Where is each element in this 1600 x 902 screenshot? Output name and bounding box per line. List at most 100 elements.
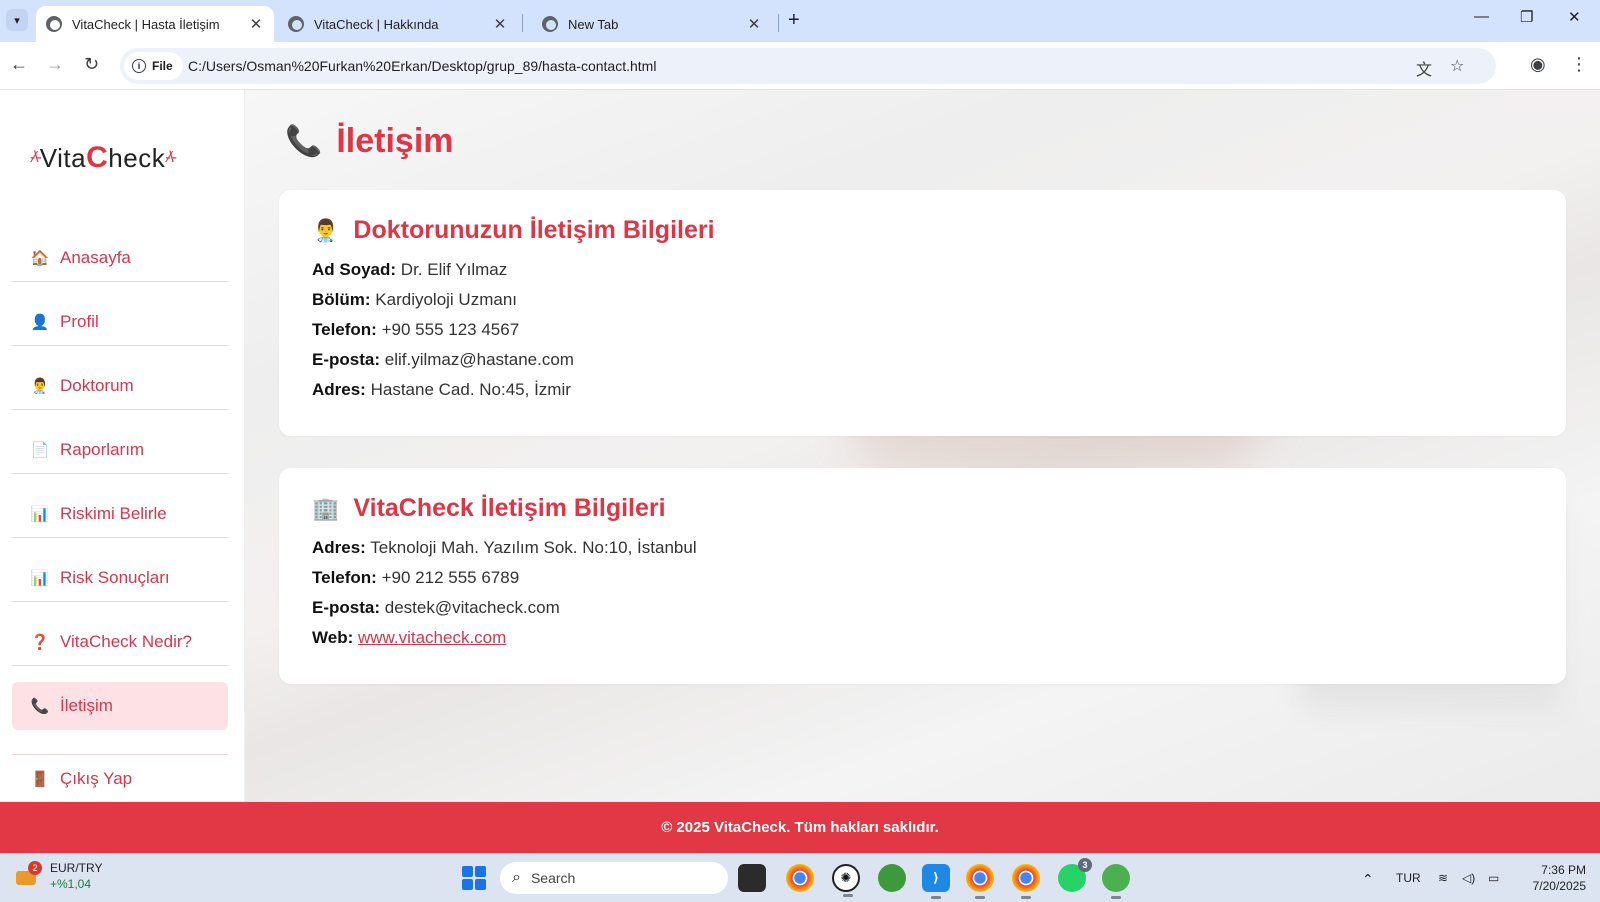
info-icon: i	[132, 59, 146, 73]
contact-row: Telefon: +90 212 555 6789	[312, 563, 1533, 593]
taskbar-search[interactable]: ⌕ Search	[500, 862, 728, 894]
card-title-text: Doktorunuzun İletişim Bilgileri	[353, 216, 715, 244]
search-placeholder: Search	[530, 870, 576, 886]
field-value: Teknoloji Mah. Yazılım Sok. No:10, İstan…	[370, 538, 697, 557]
battery-icon[interactable]: ▭	[1488, 871, 1499, 885]
field-value: destek@vitacheck.com	[384, 598, 560, 617]
back-arrow-icon[interactable]: ←	[10, 54, 28, 75]
url-text: C:/Users/Osman%20Furkan%20Erkan/Desktop/…	[188, 58, 657, 74]
sidebar-item-profil[interactable]: 👤 Profil	[12, 298, 228, 346]
tab-divider	[522, 14, 523, 32]
sidebar-item-raporlarim[interactable]: 📄 Raporlarım	[12, 426, 228, 474]
door-icon: 🚪	[30, 770, 50, 788]
web-page: -⁄\- Vita C heck -⁄\- 🏠 Anasayfa 👤 Profi…	[0, 90, 1600, 802]
close-icon[interactable]: ✕	[490, 15, 510, 33]
contact-row: E-posta: destek@vitacheck.com	[312, 593, 1533, 623]
browser-tab-active[interactable]: VitaCheck | Hasta İletişim ✕	[36, 6, 274, 42]
vitacheck-logo[interactable]: -⁄\- Vita C heck -⁄\-	[30, 138, 215, 178]
page-title: 📞 İletişim	[285, 122, 454, 161]
sidebar-item-label: Risk Sonuçları	[60, 567, 170, 587]
browser-tab-strip: ▾ VitaCheck | Hasta İletişim ✕ VitaCheck…	[0, 0, 1600, 42]
footer-text: © 2025 VitaCheck. Tüm hakları saklıdır.	[661, 819, 939, 836]
chevron-up-icon[interactable]: ⌃	[1362, 871, 1374, 888]
page-title-text: İletişim	[336, 122, 454, 160]
sidebar-item-label: Riskimi Belirle	[60, 503, 167, 523]
close-icon[interactable]: ✕	[246, 15, 266, 33]
site-info-chip[interactable]: i File	[124, 52, 183, 80]
sidebar-item-anasayfa[interactable]: 🏠 Anasayfa	[12, 234, 228, 282]
currency-widget-icon: 2	[14, 861, 42, 889]
website-link[interactable]: www.vitacheck.com	[358, 628, 506, 647]
system-clock[interactable]: 7:36 PM 7/20/2025	[1500, 862, 1586, 894]
sidebar-item-vitacheck-nedir[interactable]: ❓ VitaCheck Nedir?	[12, 618, 228, 666]
card-title: 🏢 VitaCheck İletişim Bilgileri	[312, 494, 1533, 523]
browser-tab[interactable]: New Tab ✕	[532, 6, 772, 42]
sidebar-item-riskimi-belirle[interactable]: 📊 Riskimi Belirle	[12, 490, 228, 538]
bookmark-star-icon[interactable]: ☆	[1450, 56, 1464, 76]
file-explorer-icon[interactable]	[738, 864, 766, 892]
sidebar-item-doktorum[interactable]: 👨‍⚕️ Doktorum	[12, 362, 228, 410]
contact-row: E-posta: elif.yilmaz@hastane.com	[312, 345, 1533, 375]
clock-date: 7/20/2025	[1532, 879, 1586, 893]
reload-icon[interactable]: ↻	[84, 54, 99, 75]
card-title: 👨‍⚕️ Doktorunuzun İletişim Bilgileri	[312, 216, 1533, 245]
vitacheck-contact-card: 🏢 VitaCheck İletişim Bilgileri Adres: Te…	[279, 468, 1566, 684]
volume-icon[interactable]: ◁)	[1462, 871, 1475, 885]
user-icon: 👤	[30, 313, 50, 331]
app-leaf-icon[interactable]	[1102, 864, 1130, 899]
browser-tab[interactable]: VitaCheck | Hakkında ✕	[278, 6, 518, 42]
ecg-line-icon: -⁄\-	[165, 149, 177, 166]
field-label: Web:	[312, 628, 354, 647]
translate-icon[interactable]: 文	[1416, 56, 1432, 80]
windows-taskbar: 2 EUR/TRY +%1,04 ⌕ Search ✺ ⟩ 3 ⌃ TUR ≋ …	[0, 853, 1600, 902]
widget-title: EUR/TRY	[50, 861, 103, 875]
question-icon: ❓	[30, 633, 50, 651]
sidebar-item-iletisim[interactable]: 📞 İletişim	[12, 682, 228, 730]
logo-text: Vita	[39, 142, 87, 173]
currency-widget[interactable]: 2 EUR/TRY +%1,04	[14, 860, 102, 892]
notification-badge: 3	[1078, 858, 1092, 872]
close-icon[interactable]: ✕	[744, 15, 764, 33]
chatgpt-icon[interactable]: ✺	[832, 864, 860, 897]
main-content: 📞 İletişim 👨‍⚕️ Doktorunuzun İletişim Bi…	[245, 90, 1600, 802]
kebab-menu-icon[interactable]: ⋮	[1570, 54, 1588, 75]
window-close-icon[interactable]: ✕	[1568, 8, 1581, 26]
field-label: Telefon:	[312, 320, 377, 339]
page-footer: © 2025 VitaCheck. Tüm hakları saklıdır.	[0, 802, 1600, 853]
sidebar-item-label: Anasayfa	[60, 247, 131, 267]
field-label: E-posta:	[312, 350, 380, 369]
restore-icon[interactable]: ❐	[1520, 8, 1533, 26]
search-icon: ⌕	[512, 869, 521, 886]
contact-row: Adres: Hastane Cad. No:45, İzmir	[312, 375, 1533, 405]
profile-icon[interactable]: ◉	[1530, 54, 1546, 75]
minimize-icon[interactable]: —	[1474, 8, 1489, 25]
document-icon: 📄	[30, 441, 50, 459]
logo-text: heck	[108, 142, 166, 173]
whatsapp-icon[interactable]: 3	[1058, 858, 1092, 892]
chrome-profile-icon[interactable]	[1012, 864, 1040, 899]
chrome-icon[interactable]	[786, 864, 814, 892]
windows-start-icon[interactable]	[462, 866, 486, 890]
new-tab-plus-icon[interactable]: +	[788, 9, 800, 32]
address-bar[interactable]: i File C:/Users/Osman%20Furkan%20Erkan/D…	[120, 48, 1496, 84]
field-value: +90 212 555 6789	[381, 568, 520, 587]
field-value: Kardiyoloji Uzmanı	[375, 290, 518, 309]
sidebar-item-label: Çıkış Yap	[60, 768, 133, 788]
tab-search-button[interactable]: ▾	[6, 9, 28, 31]
home-icon: 🏠	[30, 249, 50, 267]
forward-arrow-icon[interactable]: →	[46, 54, 64, 75]
chrome-icon[interactable]	[966, 864, 994, 899]
spring-leaf-icon[interactable]	[878, 864, 906, 892]
wifi-icon[interactable]: ≋	[1438, 871, 1448, 885]
tab-title: VitaCheck | Hasta İletişim	[72, 16, 220, 32]
sidebar-item-risk-sonuclari[interactable]: 📊 Risk Sonuçları	[12, 554, 228, 602]
vscode-icon[interactable]: ⟩	[922, 864, 950, 899]
contact-row: Bölüm: Kardiyoloji Uzmanı	[312, 285, 1533, 315]
building-icon: 🏢	[312, 495, 340, 521]
contact-row: Telefon: +90 555 123 4567	[312, 315, 1533, 345]
contact-row: Adres: Teknoloji Mah. Yazılım Sok. No:10…	[312, 533, 1533, 563]
sidebar-item-cikis-yap[interactable]: 🚪 Çıkış Yap	[12, 754, 228, 802]
chart-icon: 📊	[30, 569, 50, 587]
language-indicator[interactable]: TUR	[1396, 871, 1421, 885]
field-value: elif.yilmaz@hastane.com	[384, 350, 574, 369]
